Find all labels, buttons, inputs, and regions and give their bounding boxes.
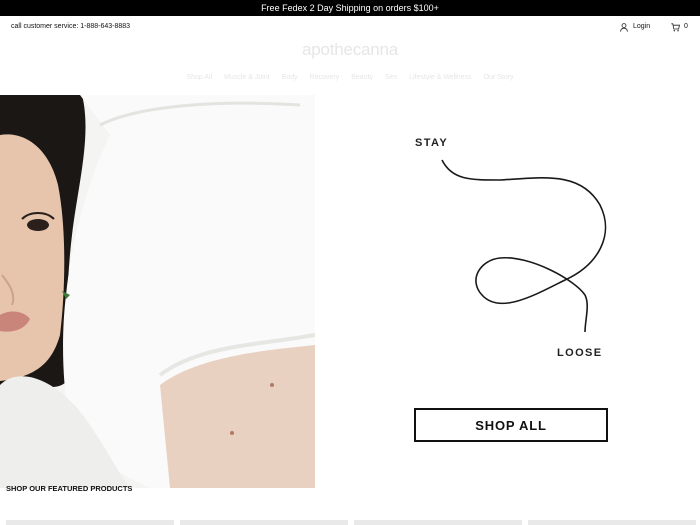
product-carousel-preview	[0, 520, 700, 525]
nav-item-recovery[interactable]: Recovery	[310, 74, 340, 86]
user-icon	[620, 22, 628, 32]
main-nav: Shop All Muscle & Joint Body Recovery Be…	[0, 74, 700, 86]
nav-item-muscle-joint[interactable]: Muscle & Joint	[224, 74, 270, 86]
hero-word-loose: LOOSE	[557, 347, 603, 359]
nav-item-our-story[interactable]: Our Story	[484, 74, 514, 86]
promo-bar: Free Fedex 2 Day Shipping on orders $100…	[0, 0, 700, 16]
nav-item-body[interactable]: Body	[282, 74, 298, 86]
cart-link[interactable]: 0	[671, 16, 688, 38]
nav-item-beauty[interactable]: Beauty	[351, 74, 373, 86]
product-card[interactable]	[180, 520, 348, 525]
hero-image	[0, 95, 315, 488]
customer-service-text: call customer service: 1-888-643-8883	[11, 23, 131, 30]
product-card[interactable]	[528, 520, 696, 525]
product-card[interactable]	[6, 520, 174, 525]
hero-word-stay: STAY	[415, 137, 449, 149]
login-label: Login	[633, 23, 651, 30]
site-logo[interactable]: apothecanna	[0, 40, 700, 60]
cart-icon	[671, 22, 680, 32]
squiggle-line	[441, 159, 607, 333]
featured-products-heading: SHOP OUR FEATURED PRODUCTS	[6, 484, 133, 493]
nav-item-lifestyle-wellness[interactable]: Lifestyle & Wellness	[409, 74, 472, 86]
promo-text: Free Fedex 2 Day Shipping on orders $100…	[261, 3, 439, 13]
utility-bar: call customer service: 1-888-643-8883 Lo…	[0, 16, 700, 38]
cart-count: 0	[684, 23, 688, 30]
product-card[interactable]	[354, 520, 522, 525]
shop-all-button[interactable]: SHOP ALL	[414, 408, 608, 442]
nav-item-sex[interactable]: Sex	[385, 74, 397, 86]
nav-item-shop-all[interactable]: Shop All	[186, 74, 212, 86]
login-link[interactable]: Login	[620, 16, 650, 38]
